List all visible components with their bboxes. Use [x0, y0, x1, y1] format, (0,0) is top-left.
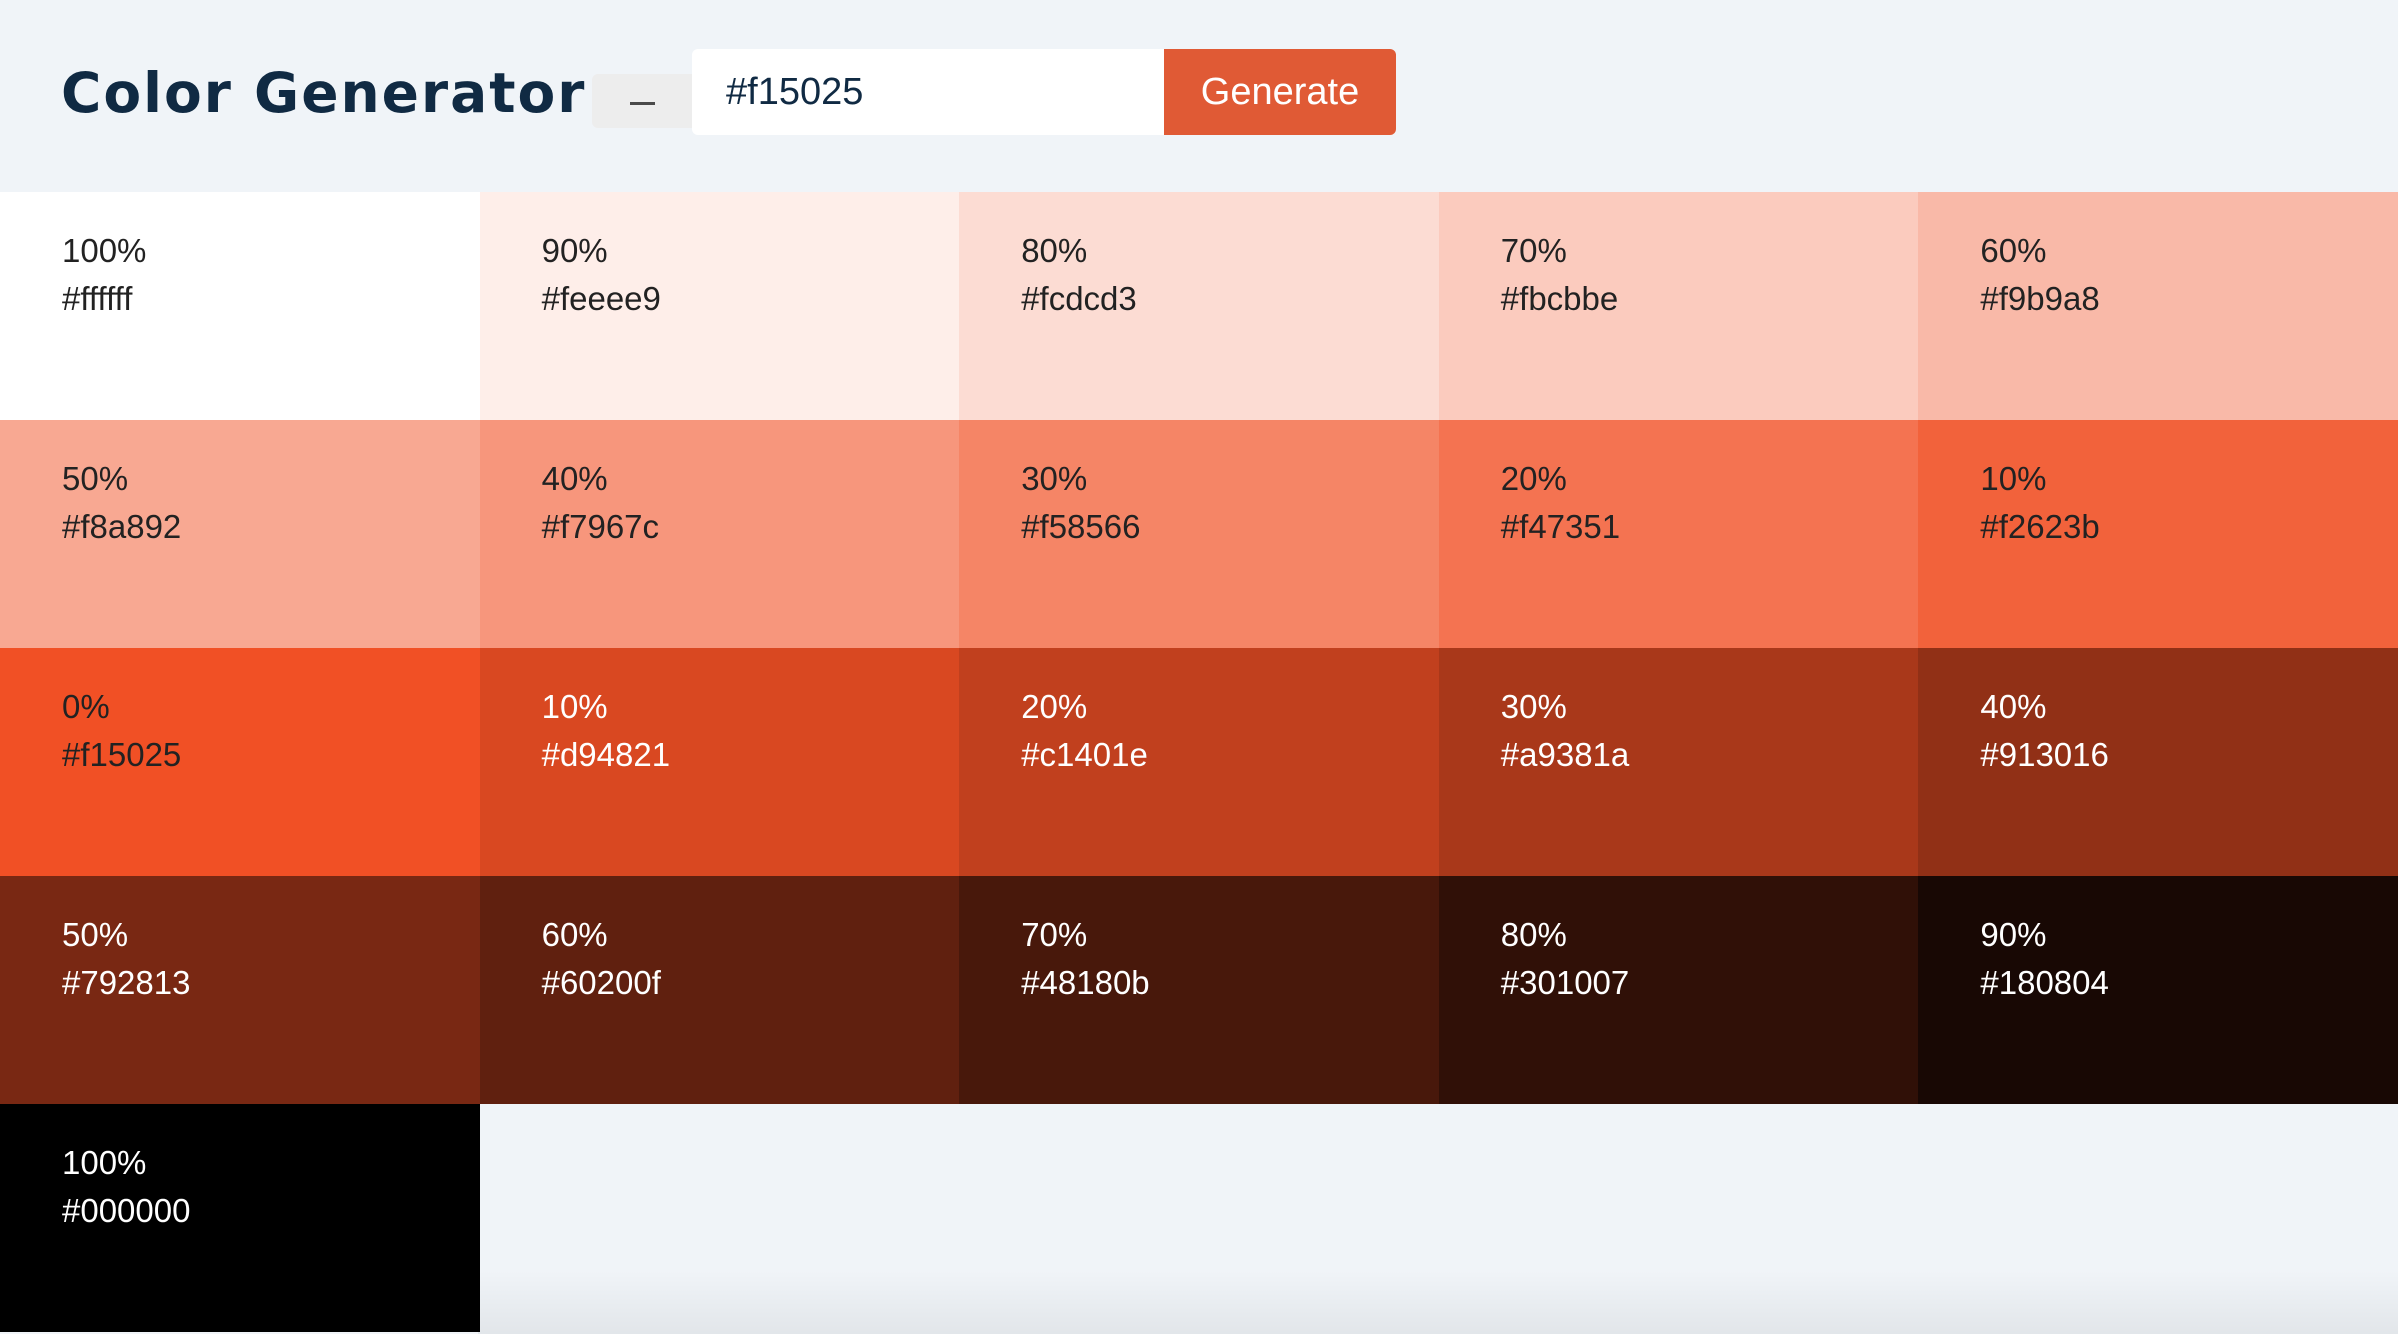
- swatch-percent-label: 100%: [62, 1144, 147, 1181]
- color-swatch[interactable]: 50% #792813: [0, 876, 480, 1104]
- color-swatch[interactable]: 90% #180804: [1918, 876, 2398, 1104]
- color-picker-button[interactable]: [592, 74, 692, 128]
- swatch-hex-label: #48180b: [1021, 964, 1150, 1001]
- generate-button[interactable]: Generate: [1164, 49, 1396, 135]
- color-swatch[interactable]: 40% #913016: [1918, 648, 2398, 876]
- swatch-percent-label: 40%: [1980, 688, 2047, 725]
- swatch-hex-label: #792813: [62, 964, 191, 1001]
- swatch-hex-label: #d94821: [541, 736, 671, 773]
- swatch-hex-label: #f9b9a8: [1980, 280, 2100, 317]
- swatch-hex-label: #ffffff: [62, 280, 133, 317]
- swatch-hex-label: #f58566: [1021, 508, 1141, 545]
- app-title: Color Generator: [61, 61, 587, 125]
- color-swatch[interactable]: 100% #ffffff: [0, 192, 480, 420]
- page-bottom-shade: [478, 1270, 2398, 1334]
- color-swatch[interactable]: 80% #fcdcd3: [959, 192, 1439, 420]
- swatch-percent-label: 70%: [1500, 232, 1567, 269]
- swatch-hex-label: #180804: [1980, 964, 2109, 1001]
- swatch-percent-label: 20%: [1021, 688, 1088, 725]
- swatch-percent-label: 30%: [1021, 460, 1088, 497]
- color-hex-input[interactable]: [692, 49, 1164, 135]
- swatch-percent-label: 30%: [1500, 688, 1567, 725]
- swatch-percent-label: 90%: [1980, 916, 2047, 953]
- color-swatch[interactable]: 70% #48180b: [959, 876, 1439, 1104]
- color-swatch[interactable]: 40% #f7967c: [479, 420, 960, 648]
- swatch-percent-label: 90%: [541, 232, 608, 269]
- color-swatch[interactable]: 30% #a9381a: [1438, 648, 1919, 876]
- color-swatch[interactable]: 10% #d94821: [479, 648, 960, 876]
- color-swatch[interactable]: 70% #fbcbbe: [1438, 192, 1919, 420]
- swatch-hex-label: #301007: [1500, 964, 1630, 1001]
- color-swatch[interactable]: 30% #f58566: [959, 420, 1439, 648]
- color-swatch[interactable]: 100% #000000: [0, 1104, 480, 1332]
- swatch-percent-label: 50%: [62, 460, 129, 497]
- swatch-percent-label: 80%: [1500, 916, 1567, 953]
- swatch-hex-label: #f7967c: [541, 508, 660, 545]
- swatch-hex-label: #000000: [62, 1192, 191, 1229]
- swatch-percent-label: 10%: [1980, 460, 2047, 497]
- swatch-hex-label: #f15025: [62, 736, 182, 773]
- swatch-hex-label: #f2623b: [1980, 508, 2100, 545]
- swatch-hex-label: #fbcbbe: [1500, 280, 1619, 317]
- swatch-hex-label: #f8a892: [62, 508, 182, 545]
- color-swatch[interactable]: 60% #60200f: [479, 876, 960, 1104]
- color-swatch-grid: 100% #ffffff 90% #feeee9 80% #fcdcd3 70% #fbcbb…: [0, 192, 2398, 1332]
- swatch-percent-label: 100%: [62, 232, 147, 269]
- swatch-hex-label: #a9381a: [1500, 736, 1630, 773]
- swatch-percent-label: 60%: [541, 916, 608, 953]
- swatch-hex-label: #fcdcd3: [1021, 280, 1137, 317]
- swatch-hex-label: #c1401e: [1021, 736, 1148, 773]
- swatch-percent-label: 40%: [541, 460, 608, 497]
- color-swatch[interactable]: 80% #301007: [1438, 876, 1919, 1104]
- color-swatch[interactable]: 20% #c1401e: [959, 648, 1439, 876]
- swatch-percent-label: 0%: [62, 688, 110, 725]
- swatch-hex-label: #60200f: [541, 964, 661, 1001]
- swatch-percent-label: 20%: [1500, 460, 1567, 497]
- swatch-percent-label: 10%: [541, 688, 608, 725]
- swatch-hex-label: #feeee9: [541, 280, 661, 317]
- dash-icon: [630, 102, 655, 105]
- color-swatch[interactable]: 20% #f47351: [1438, 420, 1919, 648]
- app-header: Color Generator Generate: [0, 0, 2398, 192]
- swatch-percent-label: 60%: [1980, 232, 2047, 269]
- swatch-percent-label: 70%: [1021, 916, 1088, 953]
- color-swatch[interactable]: 60% #f9b9a8: [1918, 192, 2398, 420]
- swatch-hex-label: #913016: [1980, 736, 2109, 773]
- swatch-percent-label: 80%: [1021, 232, 1088, 269]
- color-swatch[interactable]: 90% #feeee9: [479, 192, 960, 420]
- color-swatch[interactable]: 0% #f15025: [0, 648, 480, 876]
- swatch-percent-label: 50%: [62, 916, 129, 953]
- swatch-hex-label: #f47351: [1500, 508, 1621, 545]
- color-swatch[interactable]: 50% #f8a892: [0, 420, 480, 648]
- color-swatch[interactable]: 10% #f2623b: [1918, 420, 2398, 648]
